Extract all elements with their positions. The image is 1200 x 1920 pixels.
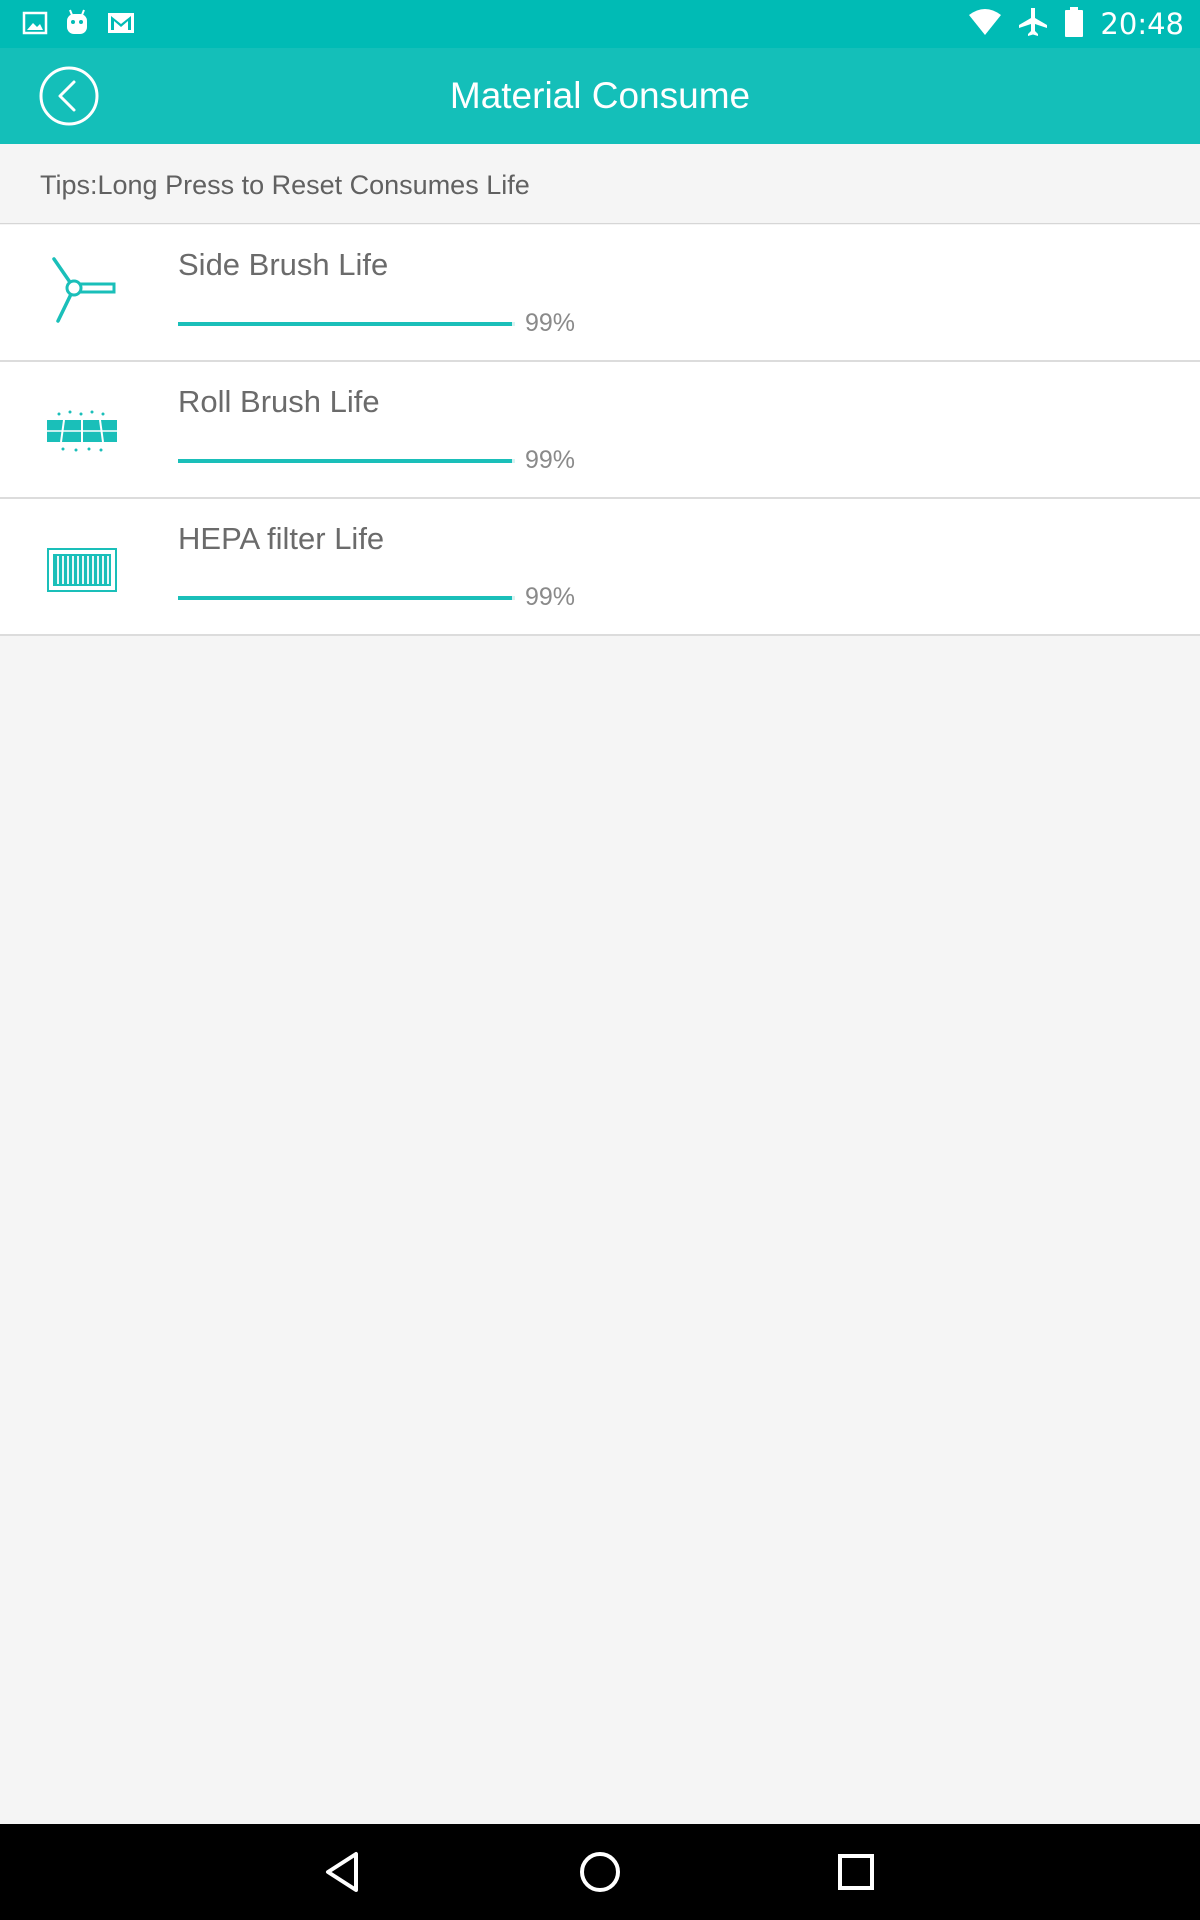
status-left-icons — [22, 8, 136, 42]
battery-icon — [1064, 6, 1084, 42]
wifi-icon — [968, 7, 1002, 41]
consumables-list: Side Brush Life 99% Roll Brush Life 99% … — [0, 225, 1200, 636]
list-item-roll-brush[interactable]: Roll Brush Life 99% — [0, 362, 1200, 499]
image-icon — [22, 10, 48, 40]
item-label: Side Brush Life — [178, 247, 389, 282]
nav-home-button[interactable] — [572, 1844, 628, 1900]
life-progress-fill — [178, 596, 512, 600]
item-label: HEPA filter Life — [178, 521, 385, 556]
status-bar: 20:48 — [0, 0, 1200, 48]
life-progress-bar — [178, 596, 515, 600]
tips-text: Tips:Long Press to Reset Consumes Life — [40, 170, 530, 200]
roll-brush-icon — [44, 392, 124, 472]
android-icon — [62, 8, 92, 42]
list-item-hepa-filter[interactable]: HEPA filter Life 99% — [0, 499, 1200, 636]
page-title: Material Consume — [449, 75, 751, 116]
life-progress-bar — [178, 322, 515, 326]
hepa-filter-icon — [44, 529, 124, 609]
nav-recents-button[interactable] — [828, 1844, 884, 1900]
list-item-side-brush[interactable]: Side Brush Life 99% — [0, 225, 1200, 362]
life-progress-fill — [178, 459, 512, 463]
item-percent: 99% — [525, 309, 576, 337]
item-label: Roll Brush Life — [178, 384, 380, 419]
app-bar: Material Consume — [0, 48, 1200, 144]
home-circle-icon — [572, 1852, 628, 1904]
item-percent: 99% — [525, 583, 576, 611]
back-triangle-icon — [316, 1852, 372, 1904]
status-right-icons: 20:48 — [968, 6, 1184, 42]
side-brush-icon — [44, 255, 124, 335]
item-percent: 99% — [525, 446, 576, 474]
status-time: 20:48 — [1100, 7, 1184, 41]
back-button[interactable] — [39, 66, 99, 126]
nav-back-button[interactable] — [316, 1844, 372, 1900]
life-progress-fill — [178, 322, 512, 326]
back-arrow-circle-icon — [39, 66, 99, 130]
airplane-mode-icon — [1018, 6, 1048, 42]
system-nav-bar — [0, 1824, 1200, 1920]
gmail-icon — [106, 10, 136, 40]
life-progress-bar — [178, 459, 515, 463]
tips-banner: Tips:Long Press to Reset Consumes Life — [0, 144, 1200, 224]
recents-square-icon — [828, 1854, 884, 1904]
